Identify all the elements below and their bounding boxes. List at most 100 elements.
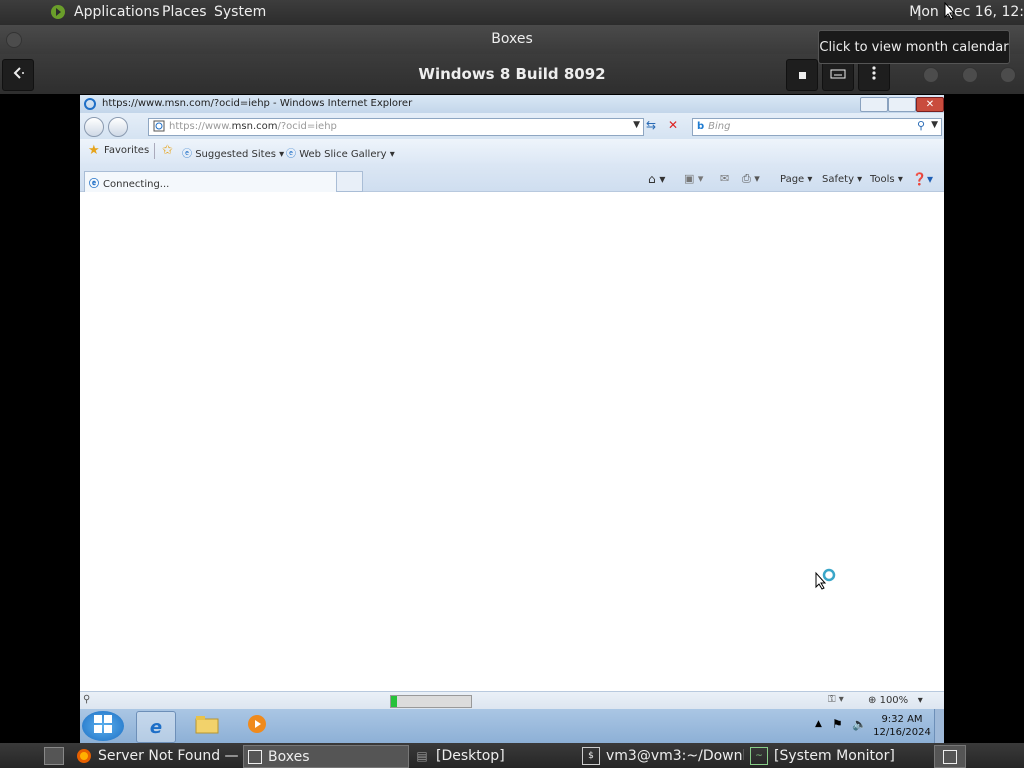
task-label: Server Not Found —... (98, 747, 240, 764)
ie-status-bar: ⚲ ⚿ ▾ ⊕ 100% ▾ (80, 691, 944, 710)
tab-label: Connecting... (103, 179, 170, 190)
task-label: Boxes (268, 748, 310, 765)
applications-menu[interactable]: Applications (74, 4, 160, 20)
volume-icon[interactable]: 🔈 (852, 717, 867, 731)
status-search-icon: ⚲ (83, 694, 91, 705)
windows-start-icon (93, 714, 113, 739)
safety-menu[interactable]: Safety ▾ (822, 174, 862, 185)
window-icon (943, 749, 957, 764)
add-favorite-icon[interactable]: ✩ (162, 143, 173, 158)
menu-icon (872, 65, 876, 85)
boxes-window-title: Boxes (491, 31, 533, 47)
bing-icon: b (697, 121, 705, 132)
task-terminal[interactable]: $ vm3@vm3:~/Downl... (582, 745, 744, 766)
close-button[interactable] (1000, 67, 1016, 83)
back-nav-button[interactable] (84, 117, 104, 137)
keyboard-icon (830, 67, 846, 83)
tools-menu-label: Tools (870, 174, 895, 185)
task-boxes[interactable]: Boxes (243, 745, 409, 768)
favorites-star-icon: ★ (88, 143, 100, 158)
places-menu[interactable]: Places (162, 4, 207, 20)
terminal-icon: $ (582, 746, 600, 765)
ie-restore-button[interactable] (888, 97, 916, 112)
task-desktop[interactable]: ▤ [Desktop] (414, 745, 574, 766)
top-panel: Applications Places System Mon Dec 16, 1… (0, 0, 1024, 25)
zoom-control[interactable]: ⊕ 100% ▾ (868, 695, 923, 706)
task-label: vm3@vm3:~/Downl... (606, 747, 744, 764)
feeds-icon[interactable]: ▣ ▾ (684, 172, 703, 185)
suggested-sites-label: Suggested Sites (195, 149, 276, 160)
ie-window-title: https://www.msn.com/?ocid=iehp - Windows… (102, 98, 413, 109)
maximize-button[interactable] (962, 67, 978, 83)
tray-date: 12/16/2024 (873, 727, 931, 738)
zoom-icon: ⊕ (868, 695, 877, 706)
window-icon (248, 749, 262, 764)
ie-titlebar[interactable]: https://www.msn.com/?ocid=iehp - Windows… (80, 95, 944, 113)
ie-page-icon: ⓔ (182, 149, 192, 160)
address-path: /?ocid=iehp (277, 121, 337, 132)
taskbar-media-player[interactable] (238, 711, 276, 741)
monitor-icon: ~ (750, 746, 768, 765)
forward-nav-button[interactable] (108, 117, 128, 137)
page-menu[interactable]: Page ▾ (780, 174, 812, 185)
system-menu[interactable]: System (214, 4, 266, 20)
task-firefox[interactable]: Server Not Found —... (76, 745, 240, 766)
web-slice-gallery-link[interactable]: ⓔ Web Slice Gallery ▾ (286, 145, 395, 160)
windows-taskbar: e ▲ ⚑ 🔈 9:32 AM 12/16/2024 (80, 709, 944, 743)
stop-x-icon[interactable]: ✕ (668, 118, 678, 132)
folder-icon (195, 714, 219, 739)
new-tab-button[interactable] (336, 171, 363, 192)
page-menu-label: Page (780, 174, 805, 185)
address-dropdown-icon[interactable]: ▼ (633, 120, 640, 130)
search-box[interactable]: b Bing ⚲ ▼ (692, 118, 942, 136)
vm-display[interactable]: https://www.msn.com/?ocid=iehp - Windows… (80, 95, 944, 743)
network-icon[interactable]: ⚑ (832, 717, 843, 731)
tray-clock[interactable]: 9:32 AM 12/16/2024 (872, 713, 932, 739)
page-load-progress (390, 695, 472, 708)
web-slice-gallery-label: Web Slice Gallery (299, 149, 387, 160)
home-icon[interactable]: ⌂ ▾ (648, 172, 665, 186)
ie-minimize-button[interactable] (860, 97, 888, 112)
search-dropdown-icon[interactable]: ▼ (931, 120, 938, 130)
tab-connecting[interactable]: ⓔ Connecting... (84, 171, 338, 192)
mail-icon[interactable]: ✉ (720, 172, 729, 185)
busy-cursor-icon (814, 567, 838, 595)
gnome-foot-icon (50, 4, 66, 20)
firefox-icon (76, 748, 92, 764)
refresh-icon[interactable]: ⇆ (646, 118, 656, 132)
task-system-monitor[interactable]: ~ [System Monitor] (750, 745, 920, 766)
safety-menu-label: Safety (822, 174, 854, 185)
ie-page-icon: ⓔ (286, 149, 296, 160)
help-icon[interactable]: ❓▾ (912, 172, 933, 186)
workspace-switcher[interactable] (934, 745, 966, 768)
folder-icon: ▤ (416, 748, 428, 763)
stop-icon (798, 71, 806, 79)
minimize-button[interactable] (923, 67, 939, 83)
address-bar[interactable]: https://www.msn.com/?ocid=iehp ▼ (148, 118, 644, 136)
tools-menu[interactable]: Tools ▾ (870, 174, 903, 185)
window-menu-icon[interactable] (6, 32, 22, 48)
clock[interactable]: Mon Dec 16, 12: (909, 4, 1024, 20)
ie-close-button[interactable]: ✕ (916, 97, 944, 112)
zoom-level: 100% (879, 695, 909, 706)
mouse-cursor-icon (944, 1, 956, 24)
protected-mode-icon[interactable]: ⚿ ▾ (828, 694, 844, 705)
favorites-button[interactable]: Favorites (104, 145, 149, 156)
address-prefix: https://www. (169, 121, 232, 132)
stop-button[interactable] (786, 59, 818, 91)
search-icon[interactable]: ⚲ (917, 119, 925, 132)
progress-fill (391, 696, 398, 707)
media-player-icon (247, 714, 267, 739)
tray-expand-icon[interactable]: ▲ (815, 719, 822, 729)
taskbar-ie[interactable]: e (136, 711, 176, 743)
bottom-panel: Server Not Found —... Boxes ▤ [Desktop] … (0, 743, 1024, 768)
taskbar-explorer[interactable] (188, 711, 226, 741)
ie-small-icon (84, 98, 96, 110)
ie-icon: e (149, 716, 163, 738)
print-icon[interactable]: ⎙ ▾ (742, 172, 760, 186)
start-button[interactable] (82, 711, 124, 741)
suggested-sites-link[interactable]: ⓔ Suggested Sites ▾ (182, 145, 284, 160)
ie-tab-bar: ⓔ Connecting... ⌂ ▾ ▣ ▾ ✉ ⎙ ▾ Page ▾ Safe… (80, 163, 944, 192)
show-desktop-button[interactable] (934, 709, 944, 743)
show-desktop-icon[interactable] (44, 747, 64, 765)
